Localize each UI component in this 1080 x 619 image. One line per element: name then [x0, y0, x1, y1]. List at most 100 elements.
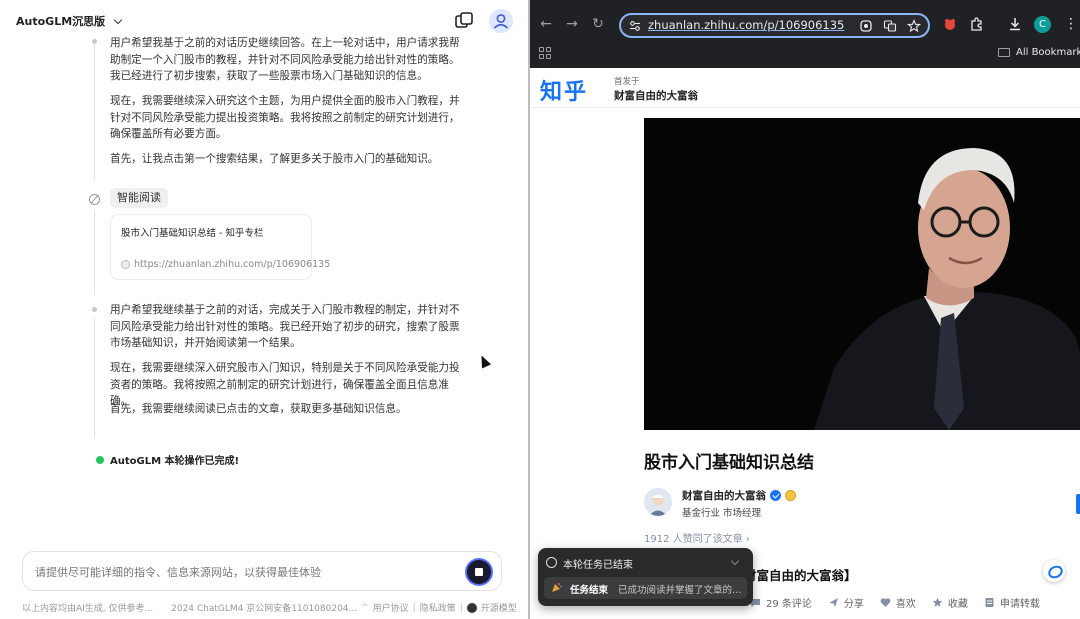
footer: 以上内容均由AI生成, 仅供参考... 2024 ChatGLM4 京公网安备1… — [22, 601, 522, 614]
prompt-input[interactable] — [35, 562, 455, 582]
forward-arrow-icon[interactable]: → — [564, 16, 580, 32]
reference-url-row: https://zhuanlan.zhihu.com/p/106906135 — [121, 259, 330, 270]
share-label: 分享 — [843, 598, 864, 610]
site-settings-icon[interactable] — [629, 20, 641, 32]
author-name-row: 财富自由的大富翁 — [682, 488, 796, 503]
timeline-dot — [92, 307, 97, 312]
reprint-label: 申请转载 — [999, 598, 1040, 610]
chat-header: AutoGLM沉思版 — [0, 0, 528, 40]
verified-badge-icon — [770, 490, 781, 501]
medal-badge-icon — [785, 490, 796, 501]
app-title-dropdown[interactable]: AutoGLM沉思版 — [16, 13, 123, 29]
article-title: 股市入门基础知识总结 — [644, 453, 814, 473]
author-description: 基金行业 市场经理 — [682, 508, 762, 519]
footer-separator: | — [412, 602, 416, 613]
toast-label: 任务结束 — [570, 585, 609, 596]
favorite-button[interactable]: 收藏 — [932, 595, 968, 610]
timeline-dot — [92, 39, 97, 44]
footer-disclaimer: 以上内容均由AI生成, 仅供参考... — [22, 604, 154, 614]
timeline-line — [94, 210, 95, 295]
stop-button[interactable] — [467, 560, 491, 584]
extension-puzzle-red-icon[interactable] — [941, 15, 959, 33]
footer-separator: ^ — [361, 602, 369, 613]
tool-chip-smart-read[interactable]: 智能阅读 — [110, 188, 168, 208]
zhihu-logo[interactable]: 知乎 — [540, 74, 588, 106]
side-tab[interactable] — [1076, 494, 1080, 514]
thinking-paragraph: 现在，我需要继续深入研究这个主题，为用户提供全面的股市入门教程，并针对不同风险承… — [110, 95, 460, 140]
browser-toolbar: ← → ↻ zhuanlan.zhihu.com/p/106906135 C ⋮… — [530, 0, 1080, 68]
google-lens-icon[interactable] — [859, 19, 873, 33]
prompt-input-box[interactable] — [22, 551, 502, 591]
footer-open-model-link[interactable]: 开源模型 — [481, 601, 517, 614]
smile-status-icon — [546, 557, 557, 568]
user-avatar-icon[interactable] — [489, 9, 513, 33]
star-icon — [932, 597, 943, 607]
heart-icon — [880, 597, 891, 607]
published-in-label: 首发于 — [614, 77, 640, 87]
bookmarks-bar: All Bookmarks — [530, 42, 1080, 68]
zhihu-header: 知乎 首发于 财富自由的大富翁 — [530, 68, 1080, 108]
toast-message: 已成功阅读并掌握了文章的全... — [618, 585, 742, 596]
reload-icon[interactable]: ↻ — [590, 16, 606, 32]
new-window-icon[interactable] — [453, 10, 475, 32]
chat-pane: AutoGLM沉思版 用户希望我基于之前的对话历史继续回答。在上一轮对话中，用户… — [0, 0, 528, 619]
tool-read-icon — [89, 194, 100, 205]
completion-status: AutoGLM 本轮操作已完成! — [96, 452, 239, 467]
reprint-button[interactable]: 申请转载 — [984, 595, 1040, 610]
chevron-down-icon — [113, 15, 123, 24]
thinking-paragraph: 首先，我需要继续阅读已点击的文章，获取更多基础知识信息。 — [110, 403, 407, 415]
thinking-paragraph: 用户希望我基于之前的对话历史继续回答。在上一轮对话中，用户请求我帮助制定一个入门… — [110, 37, 460, 82]
timeline-line — [94, 318, 95, 438]
more-menu-icon[interactable]: ⋮ — [1064, 16, 1078, 32]
share-button[interactable]: 分享 — [828, 595, 864, 610]
all-bookmarks-label: All Bookmarks — [1016, 47, 1080, 58]
footer-privacy-link[interactable]: 隐私政策 — [420, 601, 456, 614]
mouse-cursor-icon — [476, 353, 492, 369]
column-name-link[interactable]: 财富自由的大富翁 — [614, 88, 698, 103]
author-row[interactable]: 财富自由的大富翁 基金行业 市场经理 — [644, 488, 944, 522]
share-icon — [828, 597, 838, 607]
footer-license: 2024 ChatGLM4 京公网安备1101080204... — [171, 604, 358, 614]
author-name[interactable]: 财富自由的大富翁 — [682, 488, 766, 503]
thinking-paragraph: 首先，让我点击第一个搜索结果，了解更多关于股市入门的基础知识。 — [110, 153, 439, 165]
timeline-line — [94, 40, 95, 180]
apps-grid-icon[interactable] — [539, 47, 551, 59]
globe-icon — [121, 260, 130, 269]
likes-count-link[interactable]: 1912 人赞同了该文章 › — [644, 530, 750, 545]
chevron-down-icon[interactable] — [730, 556, 740, 566]
translate-icon[interactable] — [883, 19, 897, 33]
thinking-paragraph: 用户希望我继续基于之前的对话，完成关于入门股市教程的制定，并针对不同风险承受能力… — [110, 304, 460, 349]
celebration-icon — [552, 583, 562, 592]
address-bar[interactable]: zhuanlan.zhihu.com/p/106906135 — [619, 13, 930, 38]
github-icon — [466, 602, 477, 613]
url-text: zhuanlan.zhihu.com/p/106906135 — [648, 18, 845, 32]
toast-title: 本轮任务已结束 — [563, 560, 633, 571]
browser-window: ← → ↻ zhuanlan.zhihu.com/p/106906135 C ⋮… — [530, 0, 1080, 619]
comments-button[interactable]: 29 条评论 — [750, 595, 812, 610]
completion-status-text: AutoGLM 本轮操作已完成! — [110, 456, 240, 467]
article-action-bar: 29 条评论 分享 喜欢 收藏 申请转载 — [750, 590, 1080, 614]
download-icon[interactable] — [1006, 15, 1024, 33]
profile-avatar[interactable]: C — [1034, 16, 1051, 33]
author-avatar[interactable] — [644, 488, 672, 516]
article-cover-image — [644, 118, 1080, 430]
floating-assistant-button[interactable] — [1043, 560, 1065, 582]
extensions-icon[interactable] — [968, 15, 986, 33]
favorite-label: 收藏 — [947, 598, 968, 610]
back-arrow-icon[interactable]: ← — [538, 16, 554, 32]
footer-separator: | — [459, 602, 463, 613]
folder-icon — [998, 48, 1010, 57]
task-finished-toast: 本轮任务已结束 任务结束 已成功阅读并掌握了文章的全... — [538, 548, 753, 606]
star-bookmark-icon[interactable] — [907, 19, 921, 33]
like-button[interactable]: 喜欢 — [880, 595, 916, 610]
reference-card[interactable]: 股市入门基础知识总结 - 知乎专栏 https://zhuanlan.zhihu… — [110, 214, 330, 280]
app-title: AutoGLM沉思版 — [16, 15, 106, 28]
comments-label: 29 条评论 — [766, 598, 812, 610]
reference-url: https://zhuanlan.zhihu.com/p/106906135 — [134, 259, 331, 270]
like-label: 喜欢 — [895, 598, 916, 610]
footer-user-agreement-link[interactable]: 用户协议 — [373, 601, 409, 614]
success-dot-icon — [96, 455, 104, 464]
all-bookmarks-button[interactable]: All Bookmarks — [998, 47, 1080, 58]
reprint-icon — [985, 597, 994, 607]
toast-detail[interactable]: 任务结束 已成功阅读并掌握了文章的全... — [544, 577, 747, 599]
